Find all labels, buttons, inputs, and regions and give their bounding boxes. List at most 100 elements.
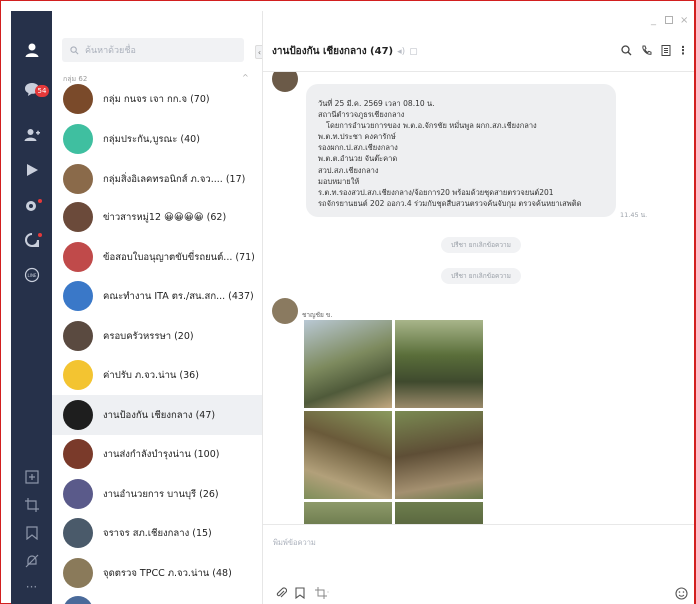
chat-list-item[interactable]: คณะทำงาน ITA ตร./สน.สก... (437): [52, 276, 262, 316]
unread-badge: 54: [35, 85, 49, 97]
chat-list-item[interactable]: กลุ่มประกัน,บูรณะ (40): [52, 119, 262, 159]
chat-list-item[interactable]: จุดตรวจ TPCC ภ.จว.น่าน (48): [52, 553, 262, 593]
social-dot: [38, 199, 42, 203]
chat-header: _ × งานป้องกัน เชียงกลาง (47) ◂) ▢ ⋮: [263, 11, 694, 71]
message-line: พ.ต.ท.ประชา คงคารักษ์: [318, 132, 396, 142]
speaker-icon: ◂): [397, 46, 406, 57]
photo-thumbnail[interactable]: [394, 410, 484, 500]
chat-list-item[interactable]: กลุ่ม กนจร เจา กก.จ (70): [52, 79, 262, 119]
phone-icon[interactable]: [640, 44, 652, 56]
avatar: [63, 360, 93, 390]
chat-list-item[interactable]: จราจร สภ.เชียงกลาง (15): [52, 513, 262, 553]
chat-list-item[interactable]: ค่าปรับ ภ.จว.น่าน (36): [52, 355, 262, 395]
search-icon[interactable]: [620, 44, 632, 56]
message-line: มอบหมายให้: [318, 176, 360, 186]
line-icon[interactable]: LINE: [11, 261, 52, 289]
chat-list-item[interactable]: กลุ่มสิ่งอิเลคทรอนิกส์ ภ.จว.... (17): [52, 159, 262, 199]
close-button[interactable]: ×: [680, 15, 688, 26]
message-line: สวป.สภ.เชียงกลาง: [318, 165, 379, 175]
chat-list-item[interactable]: งานส่งกำลังบำรุงน่าน (100): [52, 434, 262, 474]
more-icon[interactable]: ···: [11, 573, 52, 601]
search-icon: [70, 45, 79, 54]
chat-list-item[interactable]: ชุดเคลื่อนที่เร็ว อบพร (11): [52, 591, 262, 604]
message-line: วันที่ 25 มี.ค. 2569 เวลา 08.10 น.: [318, 99, 435, 108]
sender-avatar[interactable]: [272, 298, 298, 324]
square-chat-icon[interactable]: [11, 226, 52, 254]
message-line: ร.ต.ท.รองสวป.สภ.เชียงกลาง/จ้อยการ20 พร้อ…: [318, 187, 554, 197]
avatar: [63, 321, 93, 351]
avatar: [63, 400, 93, 430]
maximize-button[interactable]: [665, 16, 673, 24]
svg-text:LINE: LINE: [27, 273, 36, 278]
message-area[interactable]: วันที่ 25 มี.ค. 2569 เวลา 08.10 น. สถานีต…: [263, 72, 694, 532]
copy-icon[interactable]: ▢: [409, 47, 418, 57]
chat-name: ข่าวสารหมู่12 😀😀😀😀 (62): [103, 211, 227, 223]
chat-list: ค้นหาด้วยชื่อ ‹ กลุ่ม 62 ^ กลุ่ม กนจร เจ…: [52, 11, 263, 604]
mute-bell-icon[interactable]: [11, 547, 52, 575]
avatar: [63, 202, 93, 232]
add-square-icon[interactable]: [11, 463, 52, 491]
avatar: [63, 281, 93, 311]
chat-list-item[interactable]: งานป้องกัน เชียงกลาง (47): [52, 395, 262, 435]
message-input-area: พิมพ์ข้อความ: [263, 524, 694, 604]
message-line: รองผกก.ป.สภ.เชียงกลาง: [318, 143, 398, 153]
avatar: [63, 439, 93, 469]
search-input[interactable]: ค้นหาด้วยชื่อ: [62, 38, 244, 62]
search-placeholder: ค้นหาด้วยชื่อ: [85, 46, 136, 56]
chat-name: ครอบครัวหรรษา (20): [103, 330, 194, 342]
avatar: [63, 479, 93, 509]
crop-icon[interactable]: [315, 587, 329, 599]
nav-rail: 54 LINE ···: [11, 11, 52, 604]
bookmark-icon[interactable]: [295, 587, 305, 599]
chat-list-item[interactable]: งานอำนวยการ บานบุรี (26): [52, 474, 262, 514]
avatar: [63, 164, 93, 194]
sender-avatar[interactable]: [272, 72, 298, 92]
person-icon[interactable]: [11, 36, 52, 64]
avatar: [63, 558, 93, 588]
square-chat-dot: [38, 233, 42, 237]
chat-name: จราจร สภ.เชียงกลาง (15): [103, 527, 212, 539]
chat-name: งานอำนวยการ บานบุรี (26): [103, 488, 219, 500]
chat-name: งานป้องกัน เชียงกลาง (47): [103, 409, 216, 421]
message-line: พ.ต.ต.อำนวย จันต๊ะคาด: [318, 154, 398, 164]
chat-name: กลุ่ม กนจร เจา กก.จ (70): [103, 93, 210, 105]
chat-list-item[interactable]: ข่าวสารหมู่12 😀😀😀😀 (62): [52, 197, 262, 237]
crop-icon[interactable]: [11, 491, 52, 519]
message-line: รถจักรยานยนต์ 202 ออกว.4 ร่วมกับชุดสืบสว…: [318, 198, 582, 208]
add-friend-icon[interactable]: [11, 121, 52, 149]
play-icon[interactable]: [11, 156, 52, 184]
chat-name: จุดตรวจ TPCC ภ.จว.น่าน (48): [103, 567, 232, 579]
chat-list-item[interactable]: ครอบครัวหรรษา (20): [52, 316, 262, 356]
photo-thumbnail[interactable]: [303, 319, 393, 409]
avatar: [63, 596, 93, 604]
avatar: [63, 518, 93, 548]
chat-pane: _ × งานป้องกัน เชียงกลาง (47) ◂) ▢ ⋮ วัน…: [263, 11, 694, 604]
system-note: ปรีชา ยกเลิกข้อความ: [441, 268, 521, 284]
message-time: 11.45 น.: [620, 211, 648, 219]
photo-thumbnail[interactable]: [394, 319, 484, 409]
avatar: [63, 124, 93, 154]
chat-name: งานส่งกำลังบำรุงน่าน (100): [103, 448, 220, 460]
social-icon[interactable]: [11, 191, 52, 219]
avatar: [63, 242, 93, 272]
message-line: สถานีตำรวจภูธรเชียงกลาง: [318, 110, 405, 120]
notes-icon[interactable]: [660, 44, 672, 56]
chat-list-item[interactable]: ข้อสอบใบอนุญาตขับขี่รถยนต์... (71): [52, 237, 262, 277]
emoji-icon[interactable]: [675, 587, 688, 600]
attach-icon[interactable]: [275, 587, 287, 599]
message-input[interactable]: พิมพ์ข้อความ: [273, 537, 316, 549]
more-vertical-icon[interactable]: ⋮: [677, 44, 689, 57]
minimize-button[interactable]: _: [651, 15, 656, 26]
chat-name: กลุ่มสิ่งอิเลคทรอนิกส์ ภ.จว.... (17): [103, 173, 246, 185]
message-line: โดยการอำนวยการของ พ.ต.อ.จักรชัย หมั่นพูล…: [326, 121, 537, 131]
chat-name: กลุ่มประกัน,บูรณะ (40): [103, 133, 200, 145]
bookmark-icon[interactable]: [11, 519, 52, 547]
chat-title[interactable]: งานป้องกัน เชียงกลาง (47): [272, 44, 393, 59]
chat-name: ค่าปรับ ภ.จว.น่าน (36): [103, 369, 199, 381]
chat-name: คณะทำงาน ITA ตร./สน.สก... (437): [103, 290, 254, 302]
system-note: ปรีชา ยกเลิกข้อความ: [441, 237, 521, 253]
collapse-list-button[interactable]: ‹: [255, 45, 262, 59]
message-bubble[interactable]: วันที่ 25 มี.ค. 2569 เวลา 08.10 น. สถานีต…: [306, 84, 616, 217]
chat-name: ข้อสอบใบอนุญาตขับขี่รถยนต์... (71): [103, 251, 255, 263]
photo-thumbnail[interactable]: [303, 410, 393, 500]
